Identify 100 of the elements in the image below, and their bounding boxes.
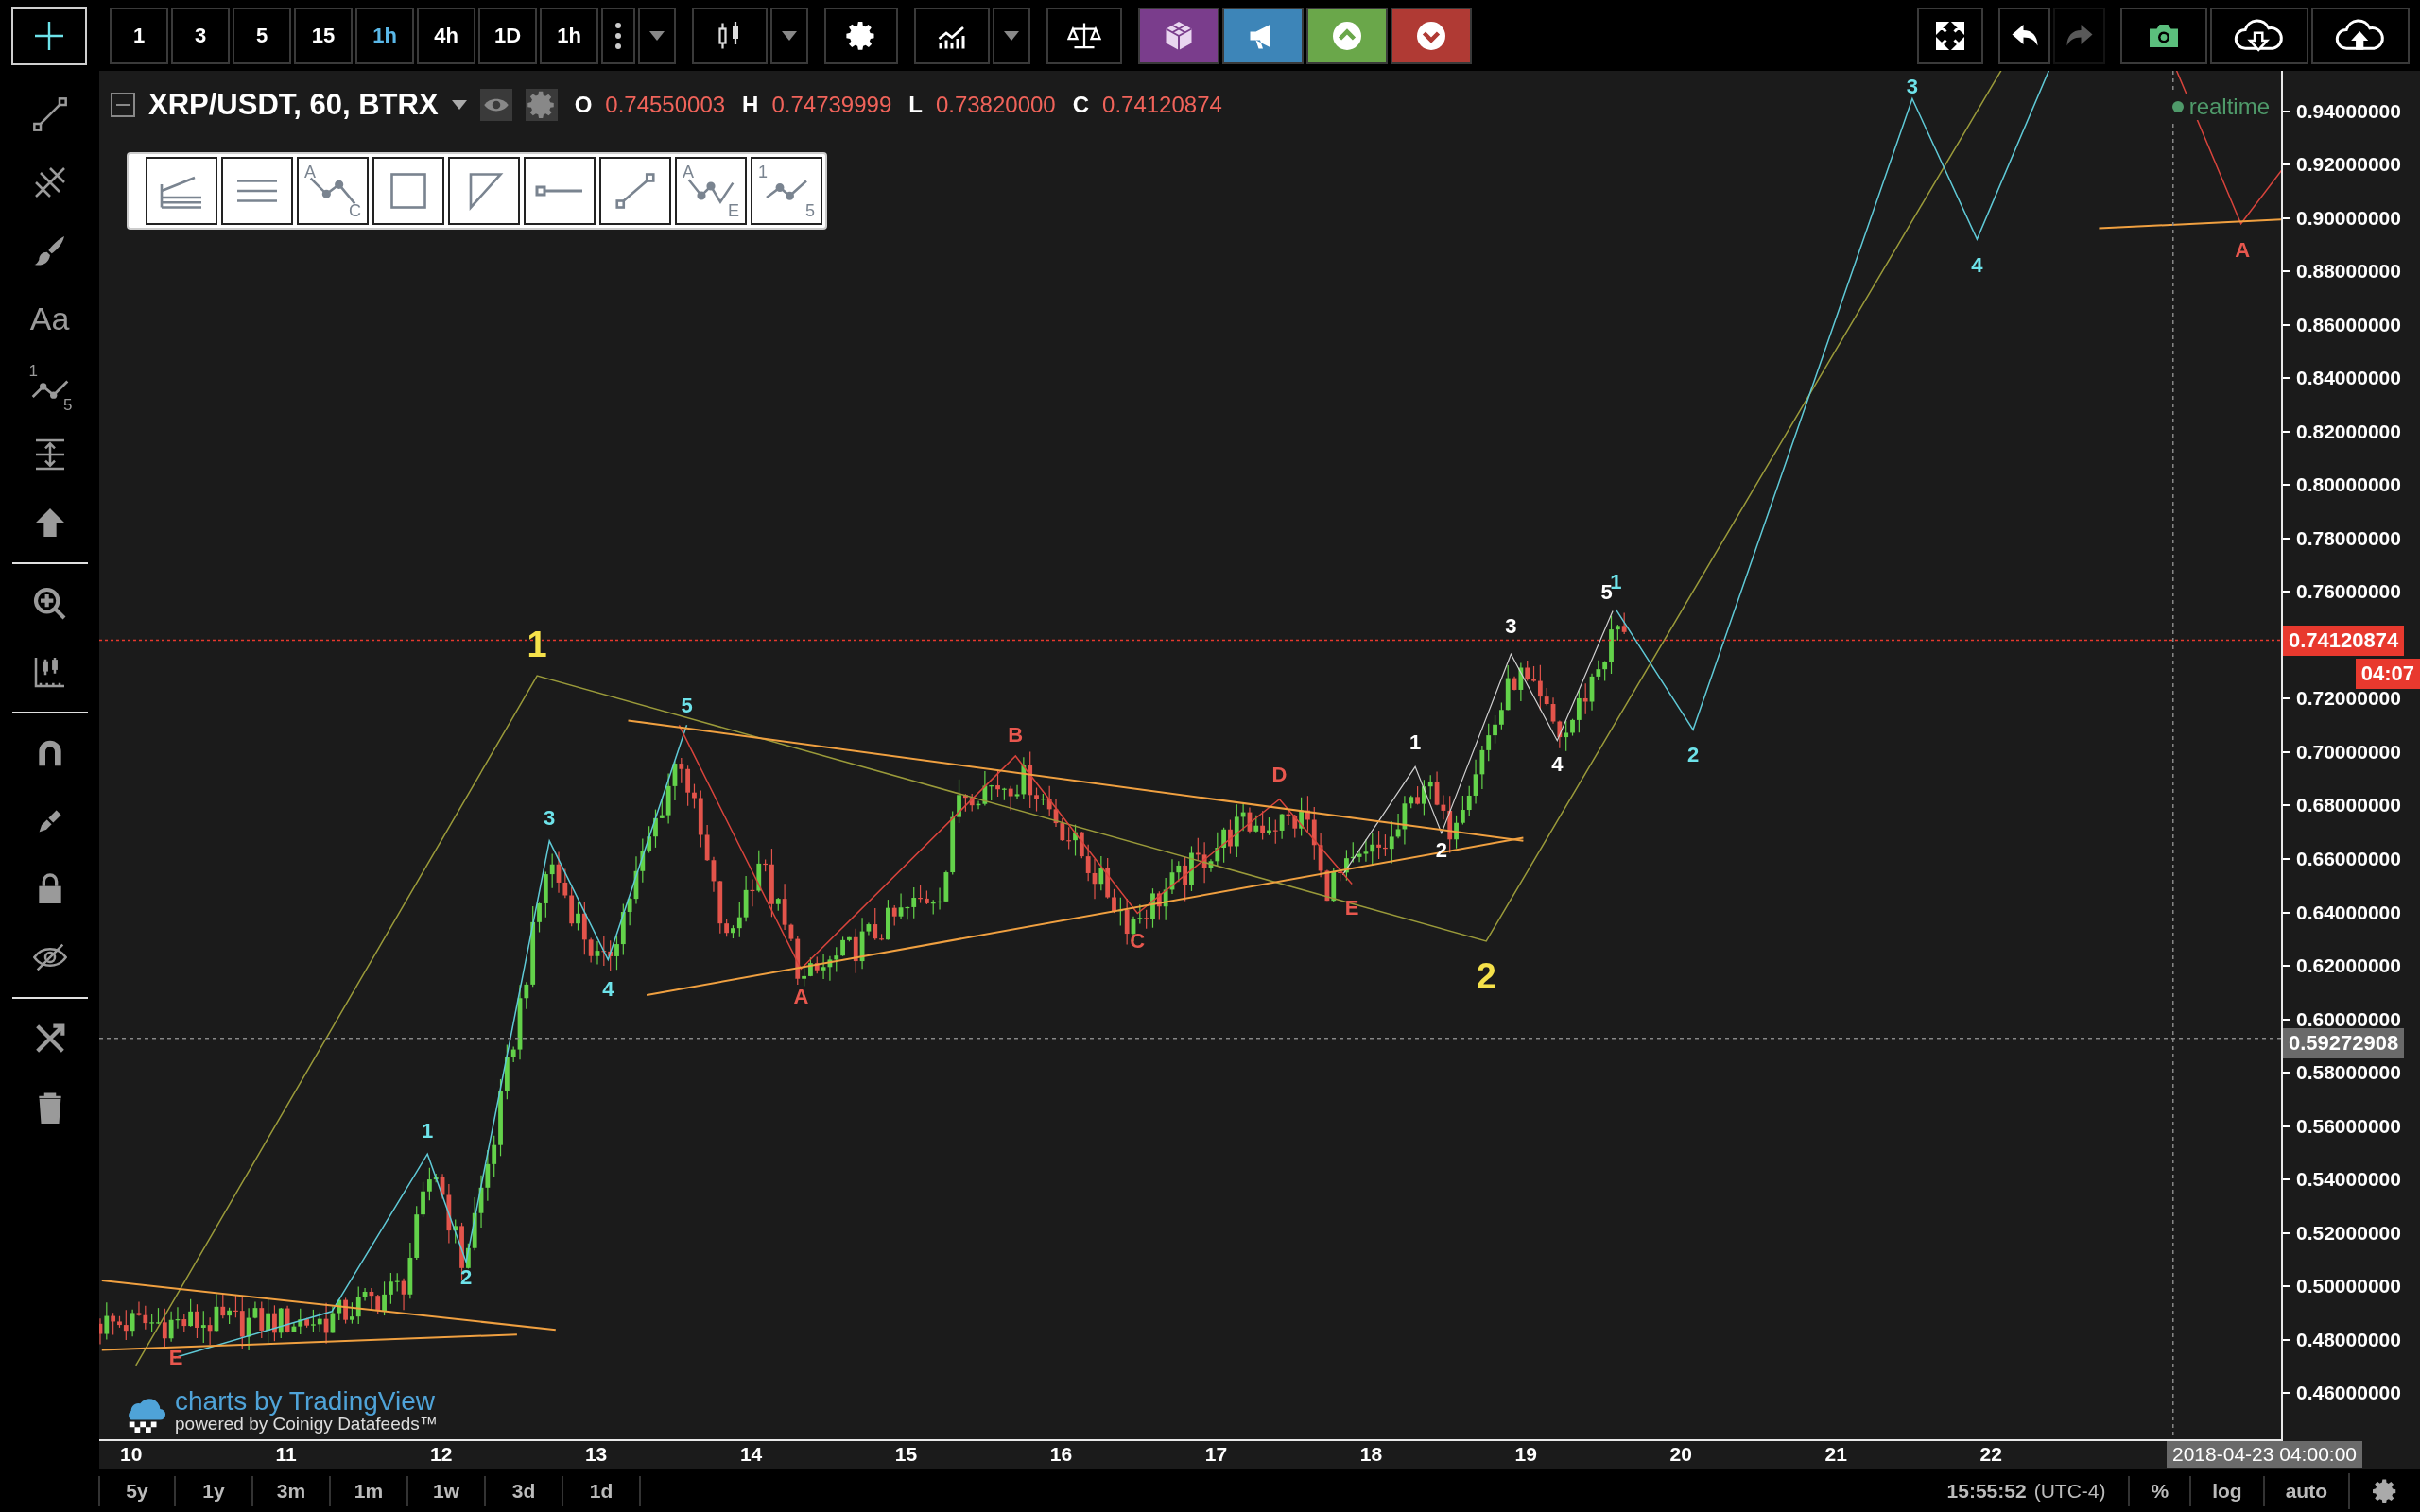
wave-label: C — [1130, 929, 1146, 954]
eye-icon[interactable] — [479, 89, 512, 121]
fib-fan-tool-button[interactable] — [146, 157, 217, 225]
auto-button[interactable]: auto — [2262, 1475, 2348, 1506]
branding-title[interactable]: charts by TradingView — [175, 1388, 438, 1415]
time-axis-label: 22 — [1979, 1443, 2002, 1466]
price-axis-label: 0.52000000 — [2296, 1221, 2401, 1245]
dropdown-button[interactable] — [993, 7, 1030, 64]
range-button[interactable]: 1d — [563, 1475, 641, 1506]
price-axis-label: 0.78000000 — [2296, 526, 2401, 550]
countdown-label: 04:07 — [2355, 659, 2420, 690]
wave-label: 4 — [1971, 253, 1983, 278]
ohlc-key: O — [574, 92, 593, 118]
price-axis-label: 0.64000000 — [2296, 901, 2401, 924]
caret-icon — [782, 30, 797, 41]
interval-button[interactable]: 1D — [478, 7, 537, 64]
price-axis-label: 0.80000000 — [2296, 473, 2401, 497]
cube-button[interactable] — [1138, 7, 1219, 64]
interval-button[interactable]: 4h — [417, 7, 475, 64]
wave-label: 3 — [1906, 74, 1918, 98]
undo-button[interactable] — [1998, 7, 2050, 64]
rectangle-tool-button[interactable] — [372, 157, 444, 225]
interval-button[interactable]: 3 — [171, 7, 230, 64]
wave-tool[interactable]: 1 5 — [23, 352, 77, 421]
range-button[interactable]: 5y — [98, 1475, 176, 1506]
interval-button[interactable]: 1 — [110, 7, 168, 64]
sell-button[interactable] — [1391, 7, 1472, 64]
last-price-label: 0.74120874 — [2283, 625, 2405, 656]
range-button[interactable]: 1y — [176, 1475, 253, 1506]
save-button[interactable] — [2311, 7, 2410, 64]
horizontal-ray-tool-button[interactable] — [524, 157, 596, 225]
interval-button[interactable]: 1h — [540, 7, 598, 64]
settings-button[interactable] — [824, 7, 898, 64]
fullscreen-button[interactable] — [1917, 7, 1983, 64]
caret-icon[interactable] — [451, 100, 467, 110]
indicators-button[interactable] — [914, 7, 990, 64]
wave-label: 2 — [459, 1265, 473, 1290]
trend-line-tool-button[interactable] — [599, 157, 671, 225]
snapshot-button[interactable] — [2120, 7, 2207, 64]
log-button[interactable]: log — [2189, 1475, 2263, 1506]
percent-button[interactable]: % — [2128, 1475, 2190, 1506]
time-axis-label: 21 — [1824, 1443, 1847, 1466]
parallel-lines-tool-button[interactable] — [221, 157, 293, 225]
price-axis-label: 0.94000000 — [2296, 99, 2401, 123]
interval-button[interactable]: 1h — [355, 7, 414, 64]
wave-label: 3 — [1505, 614, 1517, 639]
time-axis-label: 17 — [1204, 1443, 1228, 1466]
branding-subtitle: powered by Coinigy Datafeeds™ — [175, 1415, 438, 1435]
wave-label: 2 — [1686, 742, 1700, 766]
abcde-pattern-tool-button[interactable]: A E — [675, 157, 747, 225]
buy-button[interactable] — [1306, 7, 1388, 64]
dropdown-button[interactable] — [770, 7, 808, 64]
interval-button[interactable]: 5 — [233, 7, 291, 64]
more-button[interactable] — [601, 7, 635, 64]
range-button[interactable]: 3m — [253, 1475, 331, 1506]
time-axis-label: 12 — [430, 1443, 453, 1466]
price-axis-label: 0.72000000 — [2296, 687, 2401, 711]
price-axis-label: 0.66000000 — [2296, 848, 2401, 870]
range-button[interactable]: 3d — [486, 1475, 563, 1506]
interval-button[interactable]: 15 — [294, 7, 353, 64]
status-text: realtime — [2188, 94, 2270, 120]
price-axis-label: 0.86000000 — [2296, 313, 2401, 336]
wave-label: D — [1271, 763, 1288, 787]
price-axis-label: 0.58000000 — [2296, 1061, 2401, 1085]
ohlc-key: L — [908, 92, 923, 118]
price-axis-label: 0.54000000 — [2296, 1168, 2401, 1192]
time-axis-label: 14 — [739, 1443, 763, 1466]
settings-icon[interactable] — [525, 89, 558, 121]
price-axis-label: 0.56000000 — [2296, 1114, 2401, 1138]
ohlc-value: 0.74120874 — [1102, 92, 1222, 118]
price-axis-label: 0.70000000 — [2296, 740, 2401, 764]
price-axis-label: 0.88000000 — [2296, 260, 2401, 284]
triangle-tool-button[interactable] — [448, 157, 520, 225]
symbol-title[interactable]: XRP/USDT, 60, BTRX — [148, 88, 439, 122]
range-button[interactable]: 1w — [408, 1475, 486, 1506]
ohlc-key: C — [1072, 92, 1090, 118]
chart-type-button[interactable] — [692, 7, 768, 64]
wave-label: 1 — [422, 1119, 434, 1143]
crosshair-tool-button[interactable] — [11, 6, 87, 65]
time-axis-label: 19 — [1514, 1443, 1537, 1466]
impulse-wave-tool-button[interactable]: 1 5 — [751, 157, 822, 225]
load-button[interactable] — [2210, 7, 2308, 64]
range-button[interactable]: 1m — [331, 1475, 408, 1506]
wave-label: 1 — [527, 625, 547, 665]
status-dot — [2171, 101, 2184, 112]
trend-line-icon — [30, 95, 69, 133]
text-tool[interactable]: Aa — [23, 284, 77, 352]
caret-icon — [649, 30, 665, 41]
time-axis-label: 13 — [584, 1443, 608, 1466]
megaphone-button[interactable] — [1222, 7, 1304, 64]
compare-button[interactable] — [1046, 7, 1122, 64]
price-axis-label: 0.62000000 — [2296, 954, 2401, 977]
collapse-icon[interactable] — [111, 93, 135, 117]
ohlc-value: 0.74550003 — [605, 92, 726, 118]
price-axis-label: 0.90000000 — [2296, 206, 2401, 230]
crosshair-time-label: 2018-04-23 04:00:00 — [2167, 1441, 2362, 1468]
ohlc-key: H — [742, 92, 759, 118]
price-axis-label: 0.50000000 — [2296, 1275, 2401, 1298]
dropdown-button[interactable] — [638, 7, 676, 64]
abc-pattern-tool-button[interactable]: A C — [297, 157, 369, 225]
